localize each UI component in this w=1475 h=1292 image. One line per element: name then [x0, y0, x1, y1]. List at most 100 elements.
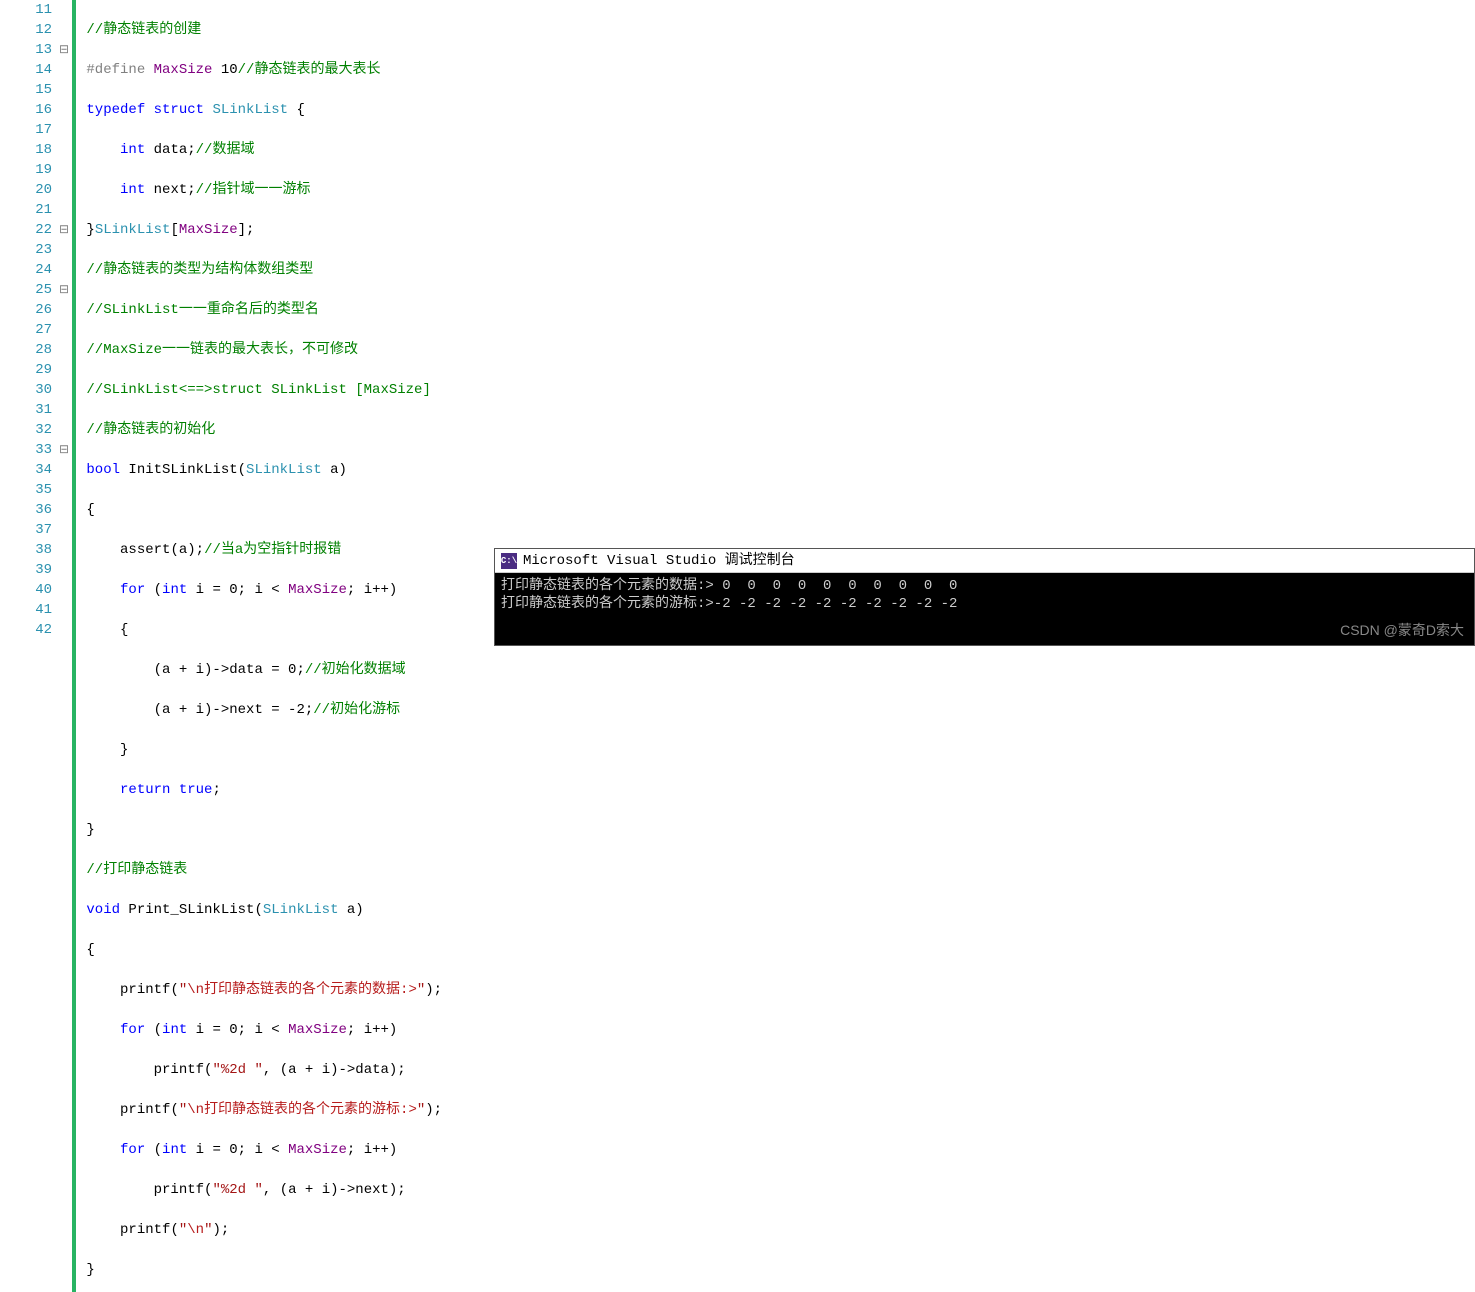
line-number: 17	[0, 120, 52, 140]
line-number: 27	[0, 320, 52, 340]
code-line[interactable]: printf("\n打印静态链表的各个元素的游标:>");	[78, 1100, 1475, 1120]
fold-toggle-icon[interactable]: ⊟	[56, 220, 72, 240]
code-line[interactable]: int data;//数据域	[78, 140, 1475, 160]
code-line[interactable]: for (int i = 0; i < MaxSize; i++)	[78, 1020, 1475, 1040]
type: SLinkList	[212, 102, 288, 118]
punct: (	[204, 1182, 212, 1198]
line-number: 30	[0, 380, 52, 400]
line-number: 32	[0, 420, 52, 440]
keyword: for	[120, 1022, 145, 1038]
string: "	[179, 1222, 187, 1238]
line-number: 31	[0, 400, 52, 420]
code-line[interactable]: typedef struct SLinkList {	[78, 100, 1475, 120]
line-number-gutter: 11 12 13 14 15 16 17 18 19 20 21 22 23 2…	[0, 0, 56, 1292]
punct: (	[238, 462, 246, 478]
code-line[interactable]: }	[78, 820, 1475, 840]
punct: (	[170, 982, 178, 998]
code-line[interactable]: //SLinkList一一重命名后的类型名	[78, 300, 1475, 320]
comment: //SLinkList<==>struct SLinkList [MaxSize…	[86, 382, 430, 398]
code-line[interactable]: (a + i)->next = -2;//初始化游标	[78, 700, 1475, 720]
code-line[interactable]: void Print_SLinkList(SLinkList a)	[78, 900, 1475, 920]
comment: //当a为空指针时报错	[204, 542, 341, 558]
code-line[interactable]: printf("%2d ", (a + i)->next);	[78, 1180, 1475, 1200]
code-line[interactable]: for (int i = 0; i < MaxSize; i++)	[78, 1140, 1475, 1160]
keyword: true	[179, 782, 213, 798]
fold-gutter: ⊟ ⊟ ⊟ ⊟	[56, 0, 72, 1292]
fold-toggle-icon[interactable]: ⊟	[56, 440, 72, 460]
keyword: for	[120, 582, 145, 598]
line-number: 21	[0, 200, 52, 220]
code-line[interactable]: bool InitSLinkList(SLinkList a)	[78, 460, 1475, 480]
code-editor[interactable]: 11 12 13 14 15 16 17 18 19 20 21 22 23 2…	[0, 0, 1475, 1292]
line-number: 25	[0, 280, 52, 300]
comment: //初始化游标	[313, 702, 400, 718]
punct: ;	[212, 782, 220, 798]
code-line[interactable]: //静态链表的初始化	[78, 420, 1475, 440]
brace: }	[86, 222, 94, 238]
expr: (a + i)->next	[280, 1182, 389, 1198]
comment: //SLinkList一一重命名后的类型名	[86, 302, 318, 318]
debug-console-window[interactable]: C:\ Microsoft Visual Studio 调试控制台 打印静态链表…	[494, 548, 1475, 646]
function: Print_SLinkList	[128, 902, 254, 918]
fold-toggle-icon[interactable]: ⊟	[56, 40, 72, 60]
function: printf	[120, 982, 170, 998]
code-line[interactable]: {	[78, 500, 1475, 520]
expr: (a + i)->next = -2;	[154, 702, 314, 718]
console-output[interactable]: 打印静态链表的各个元素的数据:> 0 0 0 0 0 0 0 0 0 0打印静态…	[495, 573, 1474, 645]
keyword: int	[120, 182, 145, 198]
keyword: for	[120, 1142, 145, 1158]
brace: }	[86, 1262, 94, 1278]
code-line[interactable]: //SLinkList<==>struct SLinkList [MaxSize…	[78, 380, 1475, 400]
keyword: typedef	[86, 102, 145, 118]
code-line[interactable]: printf("\n");	[78, 1220, 1475, 1240]
punct: (	[145, 582, 162, 598]
comment: //静态链表的类型为结构体数组类型	[86, 262, 313, 278]
code-line[interactable]: printf("\n打印静态链表的各个元素的数据:>");	[78, 980, 1475, 1000]
expr: i = 0; i <	[187, 1022, 288, 1038]
string: %2d	[221, 1182, 255, 1198]
string-cn: 打印静态链表的各个元素的数据:>	[204, 982, 417, 998]
code-line[interactable]: //MaxSize一一链表的最大表长，不可修改	[78, 340, 1475, 360]
code-line[interactable]: }	[78, 740, 1475, 760]
preprocessor: #define	[86, 62, 145, 78]
function: printf	[120, 1102, 170, 1118]
punct: (	[204, 1062, 212, 1078]
line-number: 15	[0, 80, 52, 100]
console-titlebar[interactable]: C:\ Microsoft Visual Studio 调试控制台	[495, 549, 1474, 573]
punct: )	[355, 902, 363, 918]
line-number: 16	[0, 100, 52, 120]
line-number: 18	[0, 140, 52, 160]
macro: MaxSize	[154, 62, 213, 78]
keyword: struct	[154, 102, 204, 118]
expr: i = 0; i <	[187, 1142, 288, 1158]
punct: );	[212, 1222, 229, 1238]
type: SLinkList	[263, 902, 339, 918]
string: "	[417, 1102, 425, 1118]
line-number: 14	[0, 60, 52, 80]
code-line[interactable]: return true;	[78, 780, 1475, 800]
code-line[interactable]: printf("%2d ", (a + i)->data);	[78, 1060, 1475, 1080]
line-number: 28	[0, 340, 52, 360]
line-number: 40	[0, 580, 52, 600]
console-title-text: Microsoft Visual Studio 调试控制台	[523, 549, 795, 573]
code-line[interactable]: {	[78, 940, 1475, 960]
identifier: data	[154, 142, 188, 158]
comment: //静态链表的初始化	[86, 422, 215, 438]
comment: //数据域	[196, 142, 255, 158]
code-line[interactable]: //静态链表的创建	[78, 20, 1475, 40]
code-area[interactable]: //静态链表的创建 #define MaxSize 10//静态链表的最大表长 …	[76, 0, 1475, 1292]
function: printf	[154, 1182, 204, 1198]
punct: );	[425, 1102, 442, 1118]
code-line[interactable]: }SLinkList[MaxSize];	[78, 220, 1475, 240]
fold-toggle-icon[interactable]: ⊟	[56, 280, 72, 300]
macro: MaxSize	[288, 582, 347, 598]
code-line[interactable]: //静态链表的类型为结构体数组类型	[78, 260, 1475, 280]
code-line[interactable]: int next;//指针域一一游标	[78, 180, 1475, 200]
brace: {	[120, 622, 128, 638]
punct: ;	[187, 142, 195, 158]
code-line[interactable]: #define MaxSize 10//静态链表的最大表长	[78, 60, 1475, 80]
keyword: bool	[86, 462, 120, 478]
code-line[interactable]: }	[78, 1260, 1475, 1280]
code-line[interactable]: (a + i)->data = 0;//初始化数据域	[78, 660, 1475, 680]
code-line[interactable]: //打印静态链表	[78, 860, 1475, 880]
